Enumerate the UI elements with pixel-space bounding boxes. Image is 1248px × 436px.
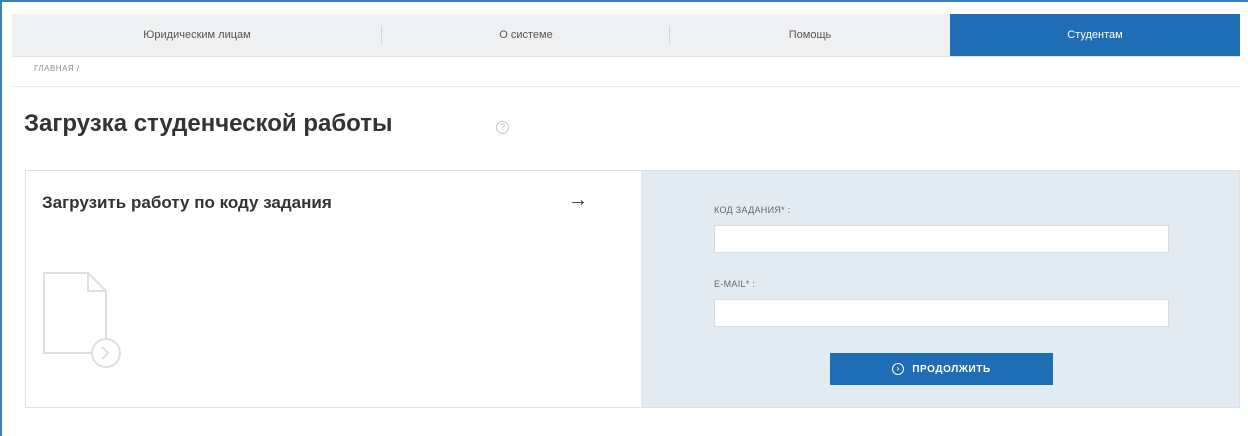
divider [12,86,1240,87]
breadcrumb-home[interactable]: Главная / [34,64,80,73]
nav-tab-about[interactable]: О системе [382,14,670,56]
task-code-label: Код задания* : [714,205,791,215]
continue-button[interactable]: › Продолжить [830,353,1053,385]
nav-tab-help[interactable]: Помощь [670,14,950,56]
upload-card-title: Загрузить работу по коду задания [42,193,332,212]
arrow-circle-right-icon: › [892,363,905,375]
nav-tab-students[interactable]: Студентам [950,14,1240,56]
nav-tab-label: Студентам [1067,29,1123,41]
email-input[interactable] [714,299,1169,327]
top-nav: Юридическим лицам О системе Помощь Студе… [12,14,1240,57]
continue-button-label: Продолжить [912,363,991,375]
document-upload-icon [42,271,122,376]
nav-tab-label: Помощь [788,29,832,41]
page-title: Загрузка студенческой работы [24,110,393,137]
upload-form-panel: Код задания* : E-mail* : › Продолжить [641,171,1239,407]
breadcrumb[interactable]: Главная / [34,64,80,73]
nav-tab-label: Юридическим лицам [143,29,251,41]
email-label: E-mail* : [714,279,756,289]
nav-tab-legal-entities[interactable]: Юридическим лицам [12,14,382,56]
upload-card: Загрузить работу по коду задания → Код з… [25,170,1240,408]
arrow-right-icon: → [568,189,588,211]
upload-card-info: Загрузить работу по коду задания → [26,171,641,407]
task-code-input[interactable] [714,225,1169,253]
help-icon[interactable]: ? [496,121,509,134]
nav-tab-label: О системе [499,29,553,41]
